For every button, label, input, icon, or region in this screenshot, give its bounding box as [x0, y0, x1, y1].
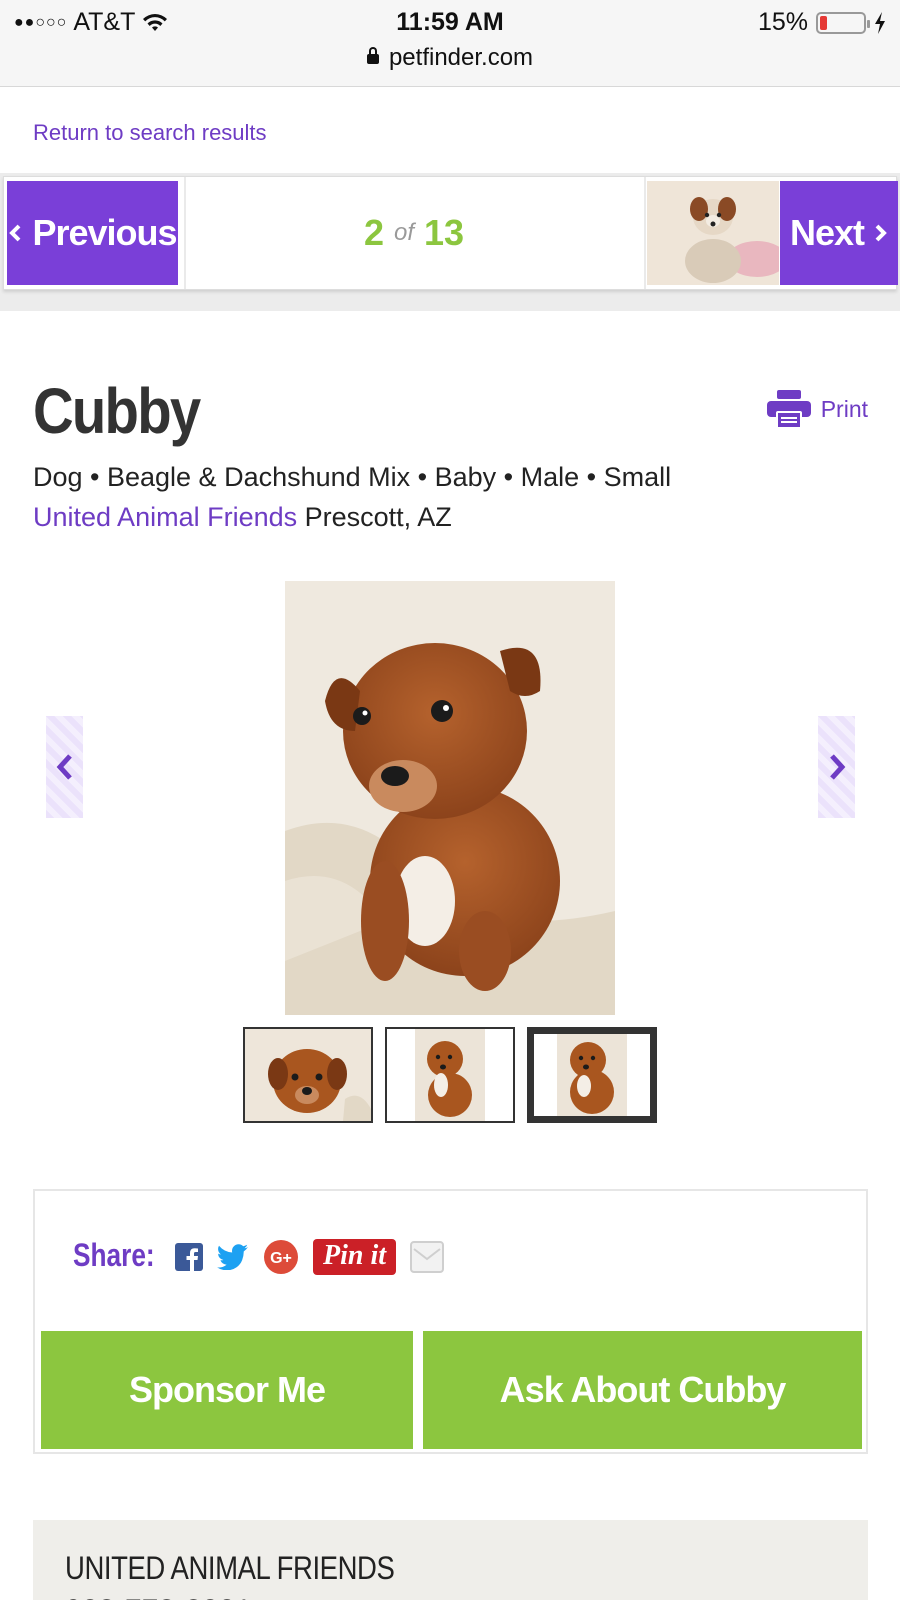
- return-to-search-link[interactable]: Return to search results: [33, 120, 267, 146]
- previous-label: Previous: [32, 212, 177, 253]
- chevron-left-icon: [9, 224, 21, 242]
- next-pet-thumbnail[interactable]: [647, 181, 779, 285]
- next-button[interactable]: Next: [780, 181, 898, 285]
- gallery-previous-button[interactable]: [46, 716, 83, 818]
- facebook-icon[interactable]: [175, 1243, 203, 1271]
- organization-panel: UNITED ANIMAL FRIENDS 928-778-3221: [33, 1520, 868, 1600]
- chevron-right-icon: [829, 754, 845, 780]
- photo-thumbnails: [243, 1027, 657, 1123]
- svg-text:G+: G+: [270, 1250, 292, 1267]
- organization-phone[interactable]: 928-778-3221: [65, 1594, 252, 1600]
- share-icons: G+ Pin it: [175, 1239, 445, 1275]
- charging-bolt-icon: [875, 11, 885, 34]
- print-label: Print: [820, 395, 868, 422]
- pager-strip: Previous 2 of 13 Next: [0, 173, 900, 311]
- ask-about-pet-button[interactable]: Ask About Cubby: [423, 1331, 862, 1449]
- chevron-left-icon: [56, 754, 72, 780]
- gallery-next-button[interactable]: [818, 716, 855, 818]
- divider: [644, 177, 646, 289]
- battery-icon: [816, 11, 870, 34]
- pinterest-button[interactable]: Pin it: [313, 1239, 397, 1275]
- action-buttons: Sponsor Me Ask About Cubby: [41, 1331, 862, 1449]
- url-text: petfinder.com: [388, 44, 534, 71]
- chevron-right-icon: [875, 224, 887, 242]
- pet-location: Prescott, AZ: [304, 502, 452, 532]
- print-button[interactable]: Print: [766, 390, 868, 428]
- current-index: 2: [363, 212, 384, 253]
- battery-percent: 15%: [757, 8, 808, 36]
- sponsor-me-button[interactable]: Sponsor Me: [41, 1331, 413, 1449]
- share-label: Share:: [73, 1237, 155, 1273]
- photo-thumbnail-1[interactable]: [243, 1027, 373, 1123]
- share-panel: Share: G+ Pin it Sponsor Me Ask About Cu…: [33, 1189, 868, 1454]
- pet-attributes: Dog • Beagle & Dachshund Mix • Baby • Ma…: [33, 462, 672, 492]
- printer-icon: [766, 390, 811, 428]
- address-bar[interactable]: petfinder.com: [0, 44, 900, 72]
- pager: Previous 2 of 13 Next: [3, 176, 898, 290]
- pet-name-heading: Cubby: [33, 375, 201, 447]
- google-plus-icon[interactable]: G+: [263, 1239, 299, 1275]
- organization-name: UNITED ANIMAL FRIENDS: [65, 1550, 395, 1586]
- main-pet-photo[interactable]: [285, 581, 615, 1015]
- total-results: 13: [424, 212, 465, 253]
- email-icon[interactable]: [410, 1241, 445, 1273]
- twitter-icon[interactable]: [217, 1244, 249, 1270]
- battery-status: 15%: [758, 8, 886, 37]
- result-counter: 2 of 13: [184, 177, 644, 289]
- photo-thumbnail-3[interactable]: [527, 1027, 657, 1123]
- next-label: Next: [789, 212, 865, 253]
- ios-status-bar: ●●○○○ AT&T 11:59 AM 15% petfinder.com: [0, 0, 900, 87]
- pet-organization-line: United Animal Friends Prescott, AZ: [33, 502, 452, 533]
- counter-of: of: [393, 219, 414, 246]
- lock-icon: [366, 47, 379, 64]
- organization-link[interactable]: United Animal Friends: [33, 502, 297, 532]
- previous-button[interactable]: Previous: [7, 181, 178, 285]
- photo-thumbnail-2[interactable]: [385, 1027, 515, 1123]
